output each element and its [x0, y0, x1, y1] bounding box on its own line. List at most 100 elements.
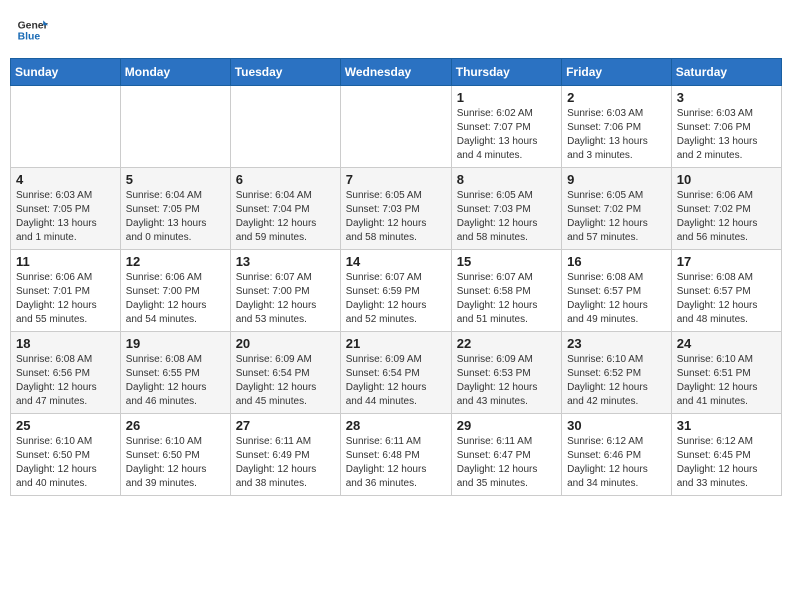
weekday-header-sunday: Sunday [11, 59, 121, 86]
calendar-cell: 30 Sunrise: 6:12 AM Sunset: 6:46 PM Dayli… [562, 414, 672, 496]
day-info: Sunrise: 6:12 AM Sunset: 6:45 PM Dayligh… [677, 435, 776, 491]
calendar-week-row: 4 Sunrise: 6:03 AM Sunset: 7:05 PM Daylig… [11, 168, 782, 250]
day-info: Sunrise: 6:10 AM Sunset: 6:51 PM Dayligh… [677, 353, 776, 409]
day-info: Sunrise: 6:09 AM Sunset: 6:54 PM Dayligh… [346, 353, 446, 409]
day-number: 24 [677, 336, 776, 351]
day-info: Sunrise: 6:08 AM Sunset: 6:56 PM Dayligh… [16, 353, 115, 409]
calendar-cell: 2 Sunrise: 6:03 AM Sunset: 7:06 PM Daylig… [562, 86, 672, 168]
weekday-header-wednesday: Wednesday [340, 59, 451, 86]
day-number: 20 [236, 336, 335, 351]
day-number: 29 [457, 418, 556, 433]
day-info: Sunrise: 6:03 AM Sunset: 7:05 PM Dayligh… [16, 189, 115, 245]
day-number: 23 [567, 336, 666, 351]
day-number: 3 [677, 90, 776, 105]
day-number: 21 [346, 336, 446, 351]
day-number: 10 [677, 172, 776, 187]
day-info: Sunrise: 6:12 AM Sunset: 6:46 PM Dayligh… [567, 435, 666, 491]
calendar-cell: 8 Sunrise: 6:05 AM Sunset: 7:03 PM Daylig… [451, 168, 561, 250]
day-number: 26 [126, 418, 225, 433]
day-number: 11 [16, 254, 115, 269]
calendar-cell: 21 Sunrise: 6:09 AM Sunset: 6:54 PM Dayli… [340, 332, 451, 414]
day-number: 5 [126, 172, 225, 187]
day-info: Sunrise: 6:10 AM Sunset: 6:52 PM Dayligh… [567, 353, 666, 409]
weekday-header-monday: Monday [120, 59, 230, 86]
weekday-header-tuesday: Tuesday [230, 59, 340, 86]
calendar-cell: 17 Sunrise: 6:08 AM Sunset: 6:57 PM Dayli… [671, 250, 781, 332]
day-number: 18 [16, 336, 115, 351]
day-number: 13 [236, 254, 335, 269]
day-number: 16 [567, 254, 666, 269]
calendar-cell: 23 Sunrise: 6:10 AM Sunset: 6:52 PM Dayli… [562, 332, 672, 414]
day-info: Sunrise: 6:11 AM Sunset: 6:48 PM Dayligh… [346, 435, 446, 491]
calendar-cell: 11 Sunrise: 6:06 AM Sunset: 7:01 PM Dayli… [11, 250, 121, 332]
calendar-cell: 6Sunrise: 6:04 AM Sunset: 7:04 PM Daylig… [230, 168, 340, 250]
day-info: Sunrise: 6:10 AM Sunset: 6:50 PM Dayligh… [16, 435, 115, 491]
calendar-cell [120, 86, 230, 168]
calendar-cell: 13 Sunrise: 6:07 AM Sunset: 7:00 PM Dayli… [230, 250, 340, 332]
calendar-cell [230, 86, 340, 168]
logo-icon: General Blue [16, 14, 48, 46]
logo: General Blue [16, 14, 48, 46]
day-number: 25 [16, 418, 115, 433]
calendar-cell: 31 Sunrise: 6:12 AM Sunset: 6:45 PM Dayli… [671, 414, 781, 496]
calendar-cell: 3 Sunrise: 6:03 AM Sunset: 7:06 PM Daylig… [671, 86, 781, 168]
day-info: Sunrise: 6:06 AM Sunset: 7:00 PM Dayligh… [126, 271, 225, 327]
calendar-cell: 7 Sunrise: 6:05 AM Sunset: 7:03 PM Daylig… [340, 168, 451, 250]
day-info: Sunrise: 6:03 AM Sunset: 7:06 PM Dayligh… [677, 107, 776, 163]
calendar-cell: 18 Sunrise: 6:08 AM Sunset: 6:56 PM Dayli… [11, 332, 121, 414]
day-number: 9 [567, 172, 666, 187]
calendar-cell: 28 Sunrise: 6:11 AM Sunset: 6:48 PM Dayli… [340, 414, 451, 496]
calendar-week-row: 18 Sunrise: 6:08 AM Sunset: 6:56 PM Dayli… [11, 332, 782, 414]
day-info: Sunrise: 6:09 AM Sunset: 6:54 PM Dayligh… [236, 353, 335, 409]
weekday-header-friday: Friday [562, 59, 672, 86]
calendar-cell: 25 Sunrise: 6:10 AM Sunset: 6:50 PM Dayli… [11, 414, 121, 496]
calendar-week-row: 25 Sunrise: 6:10 AM Sunset: 6:50 PM Dayli… [11, 414, 782, 496]
day-info: Sunrise: 6:08 AM Sunset: 6:57 PM Dayligh… [567, 271, 666, 327]
calendar-header-row: SundayMondayTuesdayWednesdayThursdayFrid… [11, 59, 782, 86]
calendar-cell [340, 86, 451, 168]
day-info: Sunrise: 6:05 AM Sunset: 7:03 PM Dayligh… [457, 189, 556, 245]
day-info: Sunrise: 6:11 AM Sunset: 6:47 PM Dayligh… [457, 435, 556, 491]
day-info: Sunrise: 6:08 AM Sunset: 6:55 PM Dayligh… [126, 353, 225, 409]
day-info: Sunrise: 6:07 AM Sunset: 7:00 PM Dayligh… [236, 271, 335, 327]
calendar-cell: 10 Sunrise: 6:06 AM Sunset: 7:02 PM Dayli… [671, 168, 781, 250]
day-number: 28 [346, 418, 446, 433]
day-number: 8 [457, 172, 556, 187]
page-header: General Blue [10, 10, 782, 50]
day-number: 12 [126, 254, 225, 269]
day-number: 31 [677, 418, 776, 433]
calendar-cell: 5Sunrise: 6:04 AM Sunset: 7:05 PM Daylig… [120, 168, 230, 250]
day-number: 1 [457, 90, 556, 105]
calendar-week-row: 11 Sunrise: 6:06 AM Sunset: 7:01 PM Dayli… [11, 250, 782, 332]
day-number: 15 [457, 254, 556, 269]
calendar-cell [11, 86, 121, 168]
day-info: Sunrise: 6:05 AM Sunset: 7:03 PM Dayligh… [346, 189, 446, 245]
day-info: Sunrise: 6:07 AM Sunset: 6:59 PM Dayligh… [346, 271, 446, 327]
day-number: 4 [16, 172, 115, 187]
calendar-week-row: 1 Sunrise: 6:02 AM Sunset: 7:07 PM Daylig… [11, 86, 782, 168]
calendar-cell: 19 Sunrise: 6:08 AM Sunset: 6:55 PM Dayli… [120, 332, 230, 414]
calendar-cell: 20 Sunrise: 6:09 AM Sunset: 6:54 PM Dayli… [230, 332, 340, 414]
svg-text:Blue: Blue [18, 32, 41, 43]
calendar-cell: 22Sunrise: 6:09 AM Sunset: 6:53 PM Dayli… [451, 332, 561, 414]
day-number: 22 [457, 336, 556, 351]
day-number: 19 [126, 336, 225, 351]
day-info: Sunrise: 6:11 AM Sunset: 6:49 PM Dayligh… [236, 435, 335, 491]
day-info: Sunrise: 6:08 AM Sunset: 6:57 PM Dayligh… [677, 271, 776, 327]
weekday-header-saturday: Saturday [671, 59, 781, 86]
day-info: Sunrise: 6:03 AM Sunset: 7:06 PM Dayligh… [567, 107, 666, 163]
calendar-cell: 24 Sunrise: 6:10 AM Sunset: 6:51 PM Dayli… [671, 332, 781, 414]
calendar-cell: 4 Sunrise: 6:03 AM Sunset: 7:05 PM Daylig… [11, 168, 121, 250]
calendar-cell: 26Sunrise: 6:10 AM Sunset: 6:50 PM Dayli… [120, 414, 230, 496]
day-number: 17 [677, 254, 776, 269]
day-number: 30 [567, 418, 666, 433]
day-info: Sunrise: 6:06 AM Sunset: 7:01 PM Dayligh… [16, 271, 115, 327]
day-number: 7 [346, 172, 446, 187]
day-number: 6 [236, 172, 335, 187]
day-number: 2 [567, 90, 666, 105]
day-info: Sunrise: 6:06 AM Sunset: 7:02 PM Dayligh… [677, 189, 776, 245]
calendar-cell: 14Sunrise: 6:07 AM Sunset: 6:59 PM Dayli… [340, 250, 451, 332]
calendar-cell: 15Sunrise: 6:07 AM Sunset: 6:58 PM Dayli… [451, 250, 561, 332]
weekday-header-thursday: Thursday [451, 59, 561, 86]
day-info: Sunrise: 6:02 AM Sunset: 7:07 PM Dayligh… [457, 107, 556, 163]
